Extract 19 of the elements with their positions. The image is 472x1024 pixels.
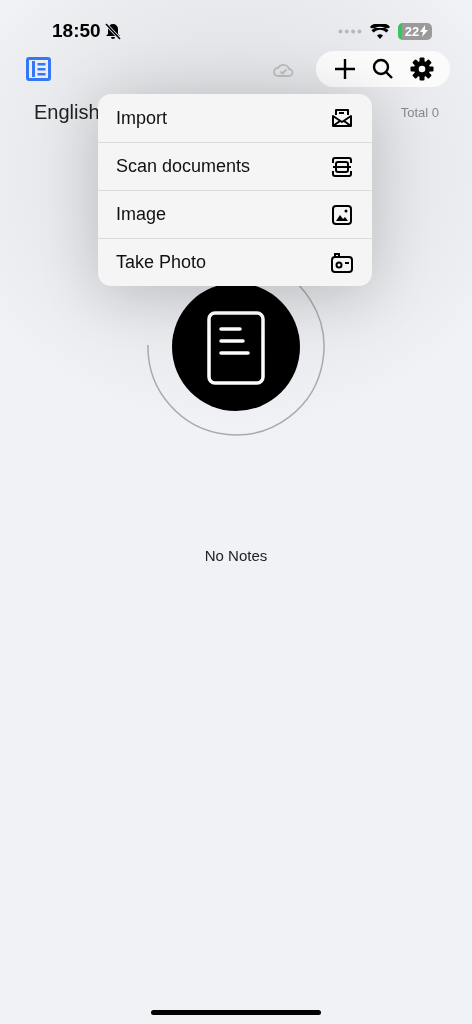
status-time: 18:50 <box>52 20 101 42</box>
menu-item[interactable]: Image <box>98 190 372 238</box>
total-count: Total 0 <box>400 104 439 120</box>
sidebar-button[interactable] <box>26 57 51 81</box>
add-button[interactable] <box>334 58 356 80</box>
menu-item[interactable]: Scan documents <box>98 142 372 190</box>
search-button[interactable] <box>372 58 394 80</box>
signal-dots-icon <box>338 28 362 34</box>
settings-button[interactable] <box>410 57 434 81</box>
empty-message: No Notes <box>204 547 268 564</box>
menu-item[interactable]: Import <box>98 94 372 142</box>
camera-icon <box>331 251 353 274</box>
wifi-icon <box>370 23 390 39</box>
image-icon <box>331 203 353 226</box>
menu-item[interactable]: Take Photo <box>98 238 372 286</box>
scan-icon <box>331 155 353 178</box>
category-title: English <box>34 100 100 124</box>
battery-icon: 22 <box>398 22 432 40</box>
envelope-icon <box>331 107 353 129</box>
